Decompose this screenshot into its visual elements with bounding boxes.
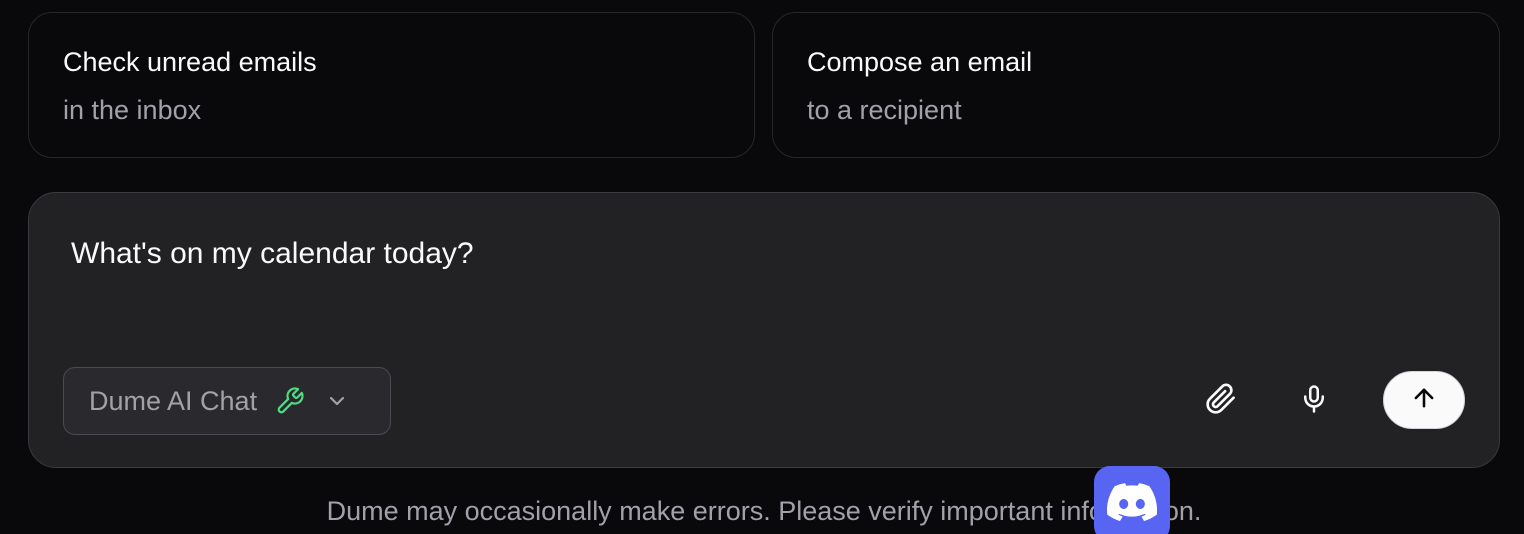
- suggestion-card-compose-email[interactable]: Compose an email to a recipient: [772, 12, 1500, 158]
- send-button[interactable]: [1383, 371, 1465, 429]
- suggestion-title: Compose an email: [807, 47, 1033, 77]
- disclaimer-text: Dume may occasionally make errors. Pleas…: [326, 496, 1202, 526]
- message-input[interactable]: What's on my calendar today?: [71, 237, 474, 271]
- microphone-icon: [1299, 384, 1329, 419]
- suggestion-subtitle: to a recipient: [807, 95, 962, 125]
- discord-button[interactable]: [1094, 466, 1170, 534]
- paperclip-icon: [1205, 383, 1237, 420]
- suggestion-card-check-emails[interactable]: Check unread emails in the inbox: [28, 12, 755, 158]
- chevron-down-icon: [325, 389, 349, 413]
- attach-button[interactable]: [1191, 371, 1251, 431]
- suggestion-subtitle: in the inbox: [63, 95, 202, 125]
- suggestion-title: Check unread emails: [63, 47, 317, 77]
- model-selector[interactable]: Dume AI Chat: [63, 367, 391, 435]
- wrench-icon: [275, 386, 305, 416]
- chat-page: Check unread emails in the inbox Compose…: [0, 0, 1524, 534]
- message-composer: What's on my calendar today? Dume AI Cha…: [28, 192, 1500, 468]
- discord-icon: [1107, 482, 1158, 526]
- microphone-button[interactable]: [1284, 371, 1344, 431]
- arrow-up-icon: [1410, 384, 1438, 417]
- model-selector-label: Dume AI Chat: [89, 385, 258, 416]
